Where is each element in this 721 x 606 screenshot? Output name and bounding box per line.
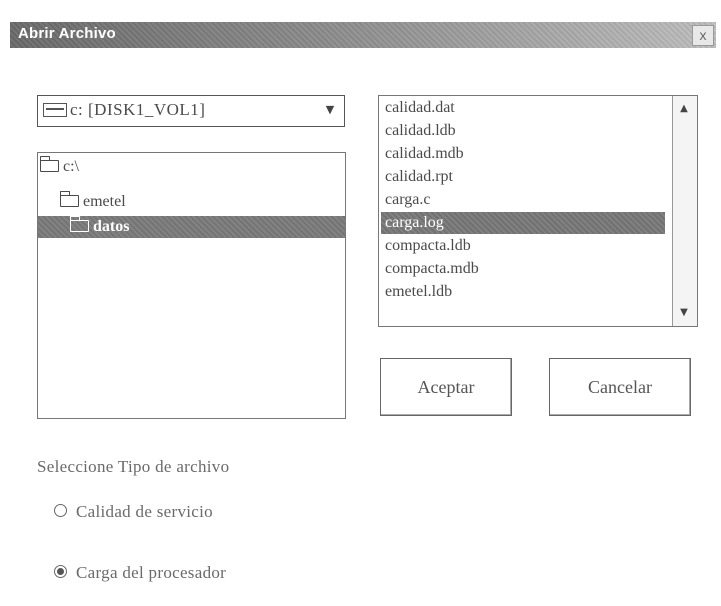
chevron-down-icon[interactable]: ▼ (319, 99, 341, 121)
drive-selected-value: c: [DISK1_VOL1] (70, 100, 206, 119)
directory-label: c:\ (63, 158, 79, 175)
open-folder-icon (70, 216, 89, 232)
file-item[interactable]: calidad.dat (385, 97, 455, 119)
directory-label: datos (93, 218, 130, 235)
radio-label: Carga del procesador (76, 563, 227, 582)
file-list-scrollbar[interactable]: ▲ ▼ (672, 96, 697, 326)
radio-button-checked-icon[interactable] (54, 565, 67, 578)
close-button[interactable]: x (692, 25, 714, 46)
file-item[interactable]: carga.c (385, 189, 430, 211)
accept-button[interactable]: Aceptar (380, 358, 512, 416)
file-item-selected[interactable]: carga.log (381, 212, 665, 234)
scroll-up-icon[interactable]: ▲ (675, 100, 693, 118)
file-item[interactable]: calidad.mdb (385, 143, 464, 165)
drive-select[interactable]: c: [DISK1_VOL1] ▼ (37, 95, 345, 127)
file-type-label: Seleccione Tipo de archivo (37, 457, 230, 476)
directory-item-emetel[interactable]: emetel (60, 191, 126, 213)
radio-calidad-de-servicio[interactable]: Calidad de servicio (54, 502, 213, 522)
directory-item-datos[interactable]: datos (38, 216, 345, 238)
scroll-down-icon[interactable]: ▼ (675, 304, 693, 322)
file-item[interactable]: calidad.ldb (385, 120, 456, 142)
radio-carga-del-procesador[interactable]: Carga del procesador (54, 563, 226, 583)
dialog-title: Abrir Archivo (18, 25, 116, 42)
cancel-button[interactable]: Cancelar (549, 358, 691, 416)
file-item[interactable]: compacta.mdb (385, 258, 479, 280)
title-bar: Abrir Archivo x (10, 22, 716, 48)
open-folder-icon (60, 191, 79, 207)
file-item[interactable]: compacta.ldb (385, 235, 471, 257)
directory-item-root[interactable]: c:\ (40, 156, 79, 178)
open-folder-icon (40, 156, 59, 172)
radio-label: Calidad de servicio (76, 502, 213, 521)
file-list[interactable]: calidad.dat calidad.ldb calidad.mdb cali… (378, 95, 698, 327)
drive-icon (43, 103, 67, 117)
file-item[interactable]: emetel.ldb (385, 281, 452, 303)
radio-button-icon[interactable] (54, 504, 67, 517)
file-item[interactable]: calidad.rpt (385, 166, 453, 188)
directory-list[interactable]: c:\ emetel datos (37, 152, 346, 419)
directory-label: emetel (83, 193, 126, 210)
